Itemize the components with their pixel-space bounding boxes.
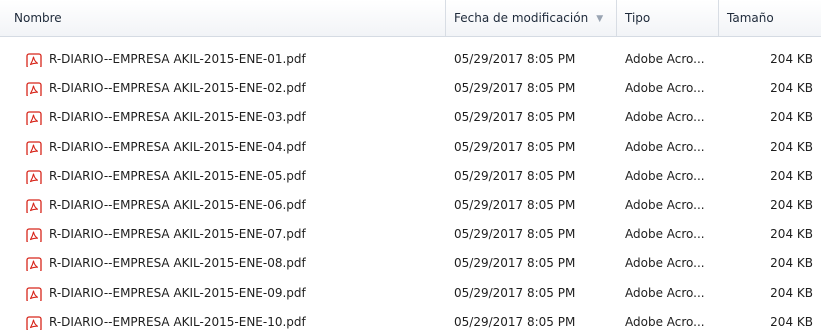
- file-name: R-DIARIO--EMPRESA AKIL-2015-ENE-07.pdf: [49, 227, 306, 242]
- pdf-file-icon: [26, 255, 42, 272]
- file-type: Adobe Acro...: [625, 285, 705, 300]
- file-row[interactable]: R-DIARIO--EMPRESA AKIL-2015-ENE-03.pdf 0…: [0, 103, 821, 132]
- file-date-modified: 05/29/2017 8:05 PM: [454, 81, 576, 96]
- file-date-modified: 05/29/2017 8:05 PM: [454, 139, 576, 154]
- file-name: R-DIARIO--EMPRESA AKIL-2015-ENE-05.pdf: [49, 168, 306, 183]
- column-header-name[interactable]: Nombre: [0, 0, 446, 36]
- file-row[interactable]: R-DIARIO--EMPRESA AKIL-2015-ENE-02.pdf 0…: [0, 74, 821, 103]
- file-name: R-DIARIO--EMPRESA AKIL-2015-ENE-03.pdf: [49, 110, 306, 125]
- column-header-date-modified[interactable]: Fecha de modificación ▼: [446, 0, 617, 36]
- column-header-bar: Nombre Fecha de modificación ▼ Tipo Tamañ…: [0, 0, 821, 37]
- pdf-file-icon: [26, 80, 42, 97]
- file-type: Adobe Acro...: [625, 227, 705, 242]
- file-row[interactable]: R-DIARIO--EMPRESA AKIL-2015-ENE-07.pdf 0…: [0, 220, 821, 249]
- file-type: Adobe Acro...: [625, 256, 705, 271]
- sort-descending-icon: ▼: [596, 13, 604, 24]
- pdf-file-icon: [26, 226, 42, 243]
- file-size: 204 KB: [770, 139, 813, 154]
- file-size: 204 KB: [770, 285, 813, 300]
- pdf-file-icon: [26, 285, 42, 301]
- file-size: 204 KB: [770, 81, 813, 96]
- file-name: R-DIARIO--EMPRESA AKIL-2015-ENE-04.pdf: [49, 139, 306, 154]
- file-row[interactable]: R-DIARIO--EMPRESA AKIL-2015-ENE-04.pdf 0…: [0, 133, 821, 162]
- file-row[interactable]: R-DIARIO--EMPRESA AKIL-2015-ENE-10.pdf 0…: [0, 308, 821, 331]
- column-header-name-label: Nombre: [14, 11, 62, 25]
- file-row[interactable]: R-DIARIO--EMPRESA AKIL-2015-ENE-05.pdf 0…: [0, 162, 821, 191]
- file-size: 204 KB: [770, 197, 813, 212]
- file-size: 204 KB: [770, 52, 813, 66]
- column-header-type[interactable]: Tipo: [617, 0, 719, 36]
- file-size: 204 KB: [770, 314, 813, 329]
- file-date-modified: 05/29/2017 8:05 PM: [454, 197, 576, 212]
- file-name: R-DIARIO--EMPRESA AKIL-2015-ENE-01.pdf: [49, 52, 306, 66]
- pdf-file-icon: [26, 51, 42, 67]
- file-size: 204 KB: [770, 168, 813, 183]
- column-header-size[interactable]: Tamaño: [719, 0, 821, 36]
- file-size: 204 KB: [770, 256, 813, 271]
- file-list: R-DIARIO--EMPRESA AKIL-2015-ENE-01.pdf 0…: [0, 45, 821, 331]
- pdf-file-icon: [26, 314, 42, 330]
- file-type: Adobe Acro...: [625, 110, 705, 125]
- pdf-file-icon: [26, 168, 42, 184]
- pdf-file-icon: [26, 139, 42, 155]
- file-type: Adobe Acro...: [625, 197, 705, 212]
- column-header-date-label: Fecha de modificación: [454, 11, 589, 25]
- pdf-file-icon: [26, 197, 42, 213]
- file-name: R-DIARIO--EMPRESA AKIL-2015-ENE-08.pdf: [49, 256, 306, 271]
- file-type: Adobe Acro...: [625, 139, 705, 154]
- file-date-modified: 05/29/2017 8:05 PM: [454, 110, 576, 125]
- file-date-modified: 05/29/2017 8:05 PM: [454, 285, 576, 300]
- file-row[interactable]: R-DIARIO--EMPRESA AKIL-2015-ENE-08.pdf 0…: [0, 249, 821, 278]
- file-type: Adobe Acro...: [625, 168, 705, 183]
- file-date-modified: 05/29/2017 8:05 PM: [454, 168, 576, 183]
- file-type: Adobe Acro...: [625, 81, 705, 96]
- file-explorer-details-view: Nombre Fecha de modificación ▼ Tipo Tamañ…: [0, 0, 821, 331]
- file-date-modified: 05/29/2017 8:05 PM: [454, 256, 576, 271]
- file-date-modified: 05/29/2017 8:05 PM: [454, 52, 576, 66]
- file-name: R-DIARIO--EMPRESA AKIL-2015-ENE-06.pdf: [49, 197, 306, 212]
- file-date-modified: 05/29/2017 8:05 PM: [454, 314, 576, 329]
- file-row[interactable]: R-DIARIO--EMPRESA AKIL-2015-ENE-09.pdf 0…: [0, 279, 821, 308]
- column-header-size-label: Tamaño: [727, 11, 774, 25]
- column-header-type-label: Tipo: [625, 11, 651, 25]
- pdf-file-icon: [26, 109, 42, 126]
- file-size: 204 KB: [770, 110, 813, 125]
- file-name: R-DIARIO--EMPRESA AKIL-2015-ENE-02.pdf: [49, 81, 306, 96]
- file-size: 204 KB: [770, 227, 813, 242]
- file-name: R-DIARIO--EMPRESA AKIL-2015-ENE-10.pdf: [49, 314, 306, 329]
- file-date-modified: 05/29/2017 8:05 PM: [454, 227, 576, 242]
- file-row[interactable]: R-DIARIO--EMPRESA AKIL-2015-ENE-01.pdf 0…: [0, 45, 821, 74]
- file-name: R-DIARIO--EMPRESA AKIL-2015-ENE-09.pdf: [49, 285, 306, 300]
- file-type: Adobe Acro...: [625, 52, 705, 66]
- file-row[interactable]: R-DIARIO--EMPRESA AKIL-2015-ENE-06.pdf 0…: [0, 191, 821, 220]
- file-type: Adobe Acro...: [625, 314, 705, 329]
